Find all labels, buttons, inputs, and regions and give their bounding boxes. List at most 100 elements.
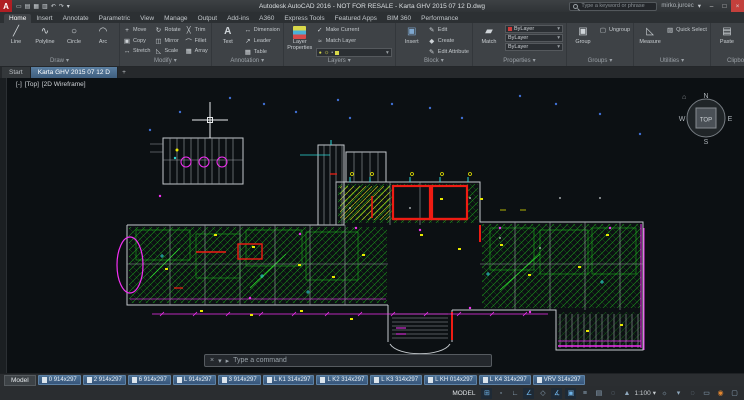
quick-select-button[interactable]: ▨ Quick Select [666,25,707,35]
close-button[interactable]: × [731,0,744,12]
arc-button[interactable]: ◠ Arc [90,25,116,57]
annotation-monitor-icon[interactable]: ◌ [687,388,698,399]
panel-label-annotation[interactable]: Annotation ▾ [212,57,283,66]
paste-button[interactable]: ▤ Paste [714,25,740,57]
grid-toggle-icon[interactable]: ⊞ [481,387,493,399]
move-button[interactable]: + Move [123,25,150,35]
ribbon-tab-view[interactable]: View [135,14,159,23]
lineweight-toggle-icon[interactable]: ≡ [579,388,590,399]
file-tab-drawing[interactable]: Karta GHV 2015 07 12 D [30,67,118,78]
block-edit-button[interactable]: ✎ Edit [428,25,469,35]
ribbon-tab-bim360[interactable]: BIM 360 [382,14,416,23]
model-space-toggle[interactable]: MODEL [452,390,475,397]
viewport-menu-control[interactable]: [-] [16,81,22,88]
selection-cycling-icon[interactable]: ◌ [607,388,618,399]
table-button[interactable]: ▦ Table [244,47,280,57]
undo-icon[interactable]: ↶ [51,3,56,10]
layout-tab-11[interactable]: VRV 314x297 [532,375,585,385]
viewcube-west[interactable]: W [679,116,686,123]
panel-label-draw[interactable]: Draw ▾ [0,57,119,66]
ribbon-tab-output[interactable]: Output [193,14,223,23]
workspace-switching-icon[interactable]: ☼ [659,388,670,399]
layout-tab-10[interactable]: L K4 314x297 [478,375,531,385]
fillet-button[interactable]: ⌒ Fillet [185,36,208,46]
search-input[interactable]: Type a keyword or phrase [569,1,658,11]
snap-toggle-icon[interactable]: ▫ [495,388,506,399]
edit-attribute-button[interactable]: ✎ Edit Attribute [428,47,469,57]
viewport-visual-style-control[interactable]: [2D Wireframe] [42,81,86,88]
polyline-button[interactable]: ∿ Polyline [32,25,58,57]
clean-screen-icon[interactable]: ▢ [729,388,740,399]
ribbon-tab-parametric[interactable]: Parametric [94,14,135,23]
panel-label-properties[interactable]: Properties ▾ [473,57,566,66]
ribbon-tab-addins[interactable]: Add-ins [222,14,254,23]
ribbon-tab-manage[interactable]: Manage [159,14,193,23]
layout-tab-9[interactable]: L KH 014x297 [424,375,477,385]
new-drawing-tab-button[interactable]: + [118,67,130,78]
mirror-button[interactable]: ◫ Mirror [154,36,180,46]
panel-label-block[interactable]: Block ▾ [396,57,472,66]
ortho-toggle-icon[interactable]: ∟ [509,388,520,399]
ungroup-button[interactable]: ▢ Ungroup [599,25,630,35]
panel-label-groups[interactable]: Groups ▾ [567,57,633,66]
object-snap-icon[interactable]: ▣ [565,387,577,399]
transparency-toggle-icon[interactable]: ▤ [593,388,604,399]
ribbon-tab-a360[interactable]: A360 [254,14,279,23]
annotation-scale-control[interactable]: ▲ 1:100 ▾ [621,388,656,399]
copy-button[interactable]: ▣ Copy [123,36,150,46]
layout-tab-3[interactable]: 6 914x297 [127,375,171,385]
floor-plan-drawing[interactable] [0,78,744,373]
account-name[interactable]: mirko.jurcec [661,3,693,9]
qat-dropdown-icon[interactable]: ▾ [67,3,70,10]
ribbon-tab-home[interactable]: Home [4,14,32,23]
isodraft-icon[interactable]: ◇ [537,388,548,399]
leader-button[interactable]: ↗ Leader [244,36,280,46]
ribbon-tab-featured-apps[interactable]: Featured Apps [330,14,382,23]
app-logo-icon[interactable]: A [0,0,12,12]
panel-label-clipboard[interactable]: Clipboard [711,57,744,66]
command-line[interactable]: × ▾ ▸ Type a command [204,354,492,367]
measure-button[interactable]: ◺ Measure [637,25,663,57]
layer-freeze-icon[interactable]: ☼ [324,50,330,56]
layout-tab-6[interactable]: L K1 314x297 [262,375,315,385]
layer-dropdown-icon[interactable]: ▾ [386,50,389,56]
new-icon[interactable]: ▭ [16,3,22,10]
command-prompt-text[interactable]: Type a command [233,357,287,364]
polar-tracking-icon[interactable]: ∠ [523,387,535,399]
group-button[interactable]: ▣ Group [570,25,596,57]
layer-on-icon[interactable]: ● [319,50,322,56]
line-button[interactable]: ╱ Line [3,25,29,57]
viewcube-north[interactable]: N [703,93,708,100]
ribbon-tab-annotate[interactable]: Annotate [58,14,94,23]
drawing-canvas[interactable]: [-] [Top] [2D Wireframe] ⌂ N W E S TOP ×… [0,78,744,373]
layout-tab-2[interactable]: 2 914x297 [82,375,126,385]
insert-button[interactable]: ▣ Insert [399,25,425,57]
stretch-button[interactable]: ↔ Stretch [123,46,151,56]
object-color-dropdown[interactable]: ByLayer ▾ [504,25,563,33]
ribbon-tab-performance[interactable]: Performance [416,14,463,23]
isolate-objects-icon[interactable]: ◉ [715,388,726,399]
panel-label-utilities[interactable]: Utilities ▾ [634,57,710,66]
layer-dropdown[interactable]: ● ☼ ▪ ▾ [315,48,392,57]
text-button[interactable]: A Text [215,25,241,57]
dimension-button[interactable]: ↔ Dimension [244,25,280,35]
array-button[interactable]: ▦ Array [185,46,208,56]
block-create-button[interactable]: ◆ Create [428,36,469,46]
trim-button[interactable]: ╳ Trim [185,25,208,35]
layer-properties-button[interactable]: Layer Properties [287,25,313,57]
viewcube[interactable]: ⌂ N W E S TOP [678,86,733,151]
ribbon-tab-express-tools[interactable]: Express Tools [279,14,329,23]
panel-label-modify[interactable]: Modify ▾ [120,57,211,66]
circle-button[interactable]: ○ Circle [61,25,87,57]
viewport-view-control[interactable]: [Top] [25,81,39,88]
panel-label-layers[interactable]: Layers ▾ [284,57,395,66]
viewcube-east[interactable]: E [728,116,733,123]
save-icon[interactable]: ▦ [33,3,39,10]
layout-tab-8[interactable]: L K3 314x297 [370,375,423,385]
make-current-button[interactable]: ✓ Make Current [316,25,392,35]
viewcube-south[interactable]: S [704,139,709,146]
scale-button[interactable]: ◺ Scale [154,46,180,56]
account-dropdown-icon[interactable]: ▾ [698,2,701,10]
command-customize-icon[interactable]: ▾ [218,357,222,365]
model-tab[interactable]: Model [4,374,36,386]
